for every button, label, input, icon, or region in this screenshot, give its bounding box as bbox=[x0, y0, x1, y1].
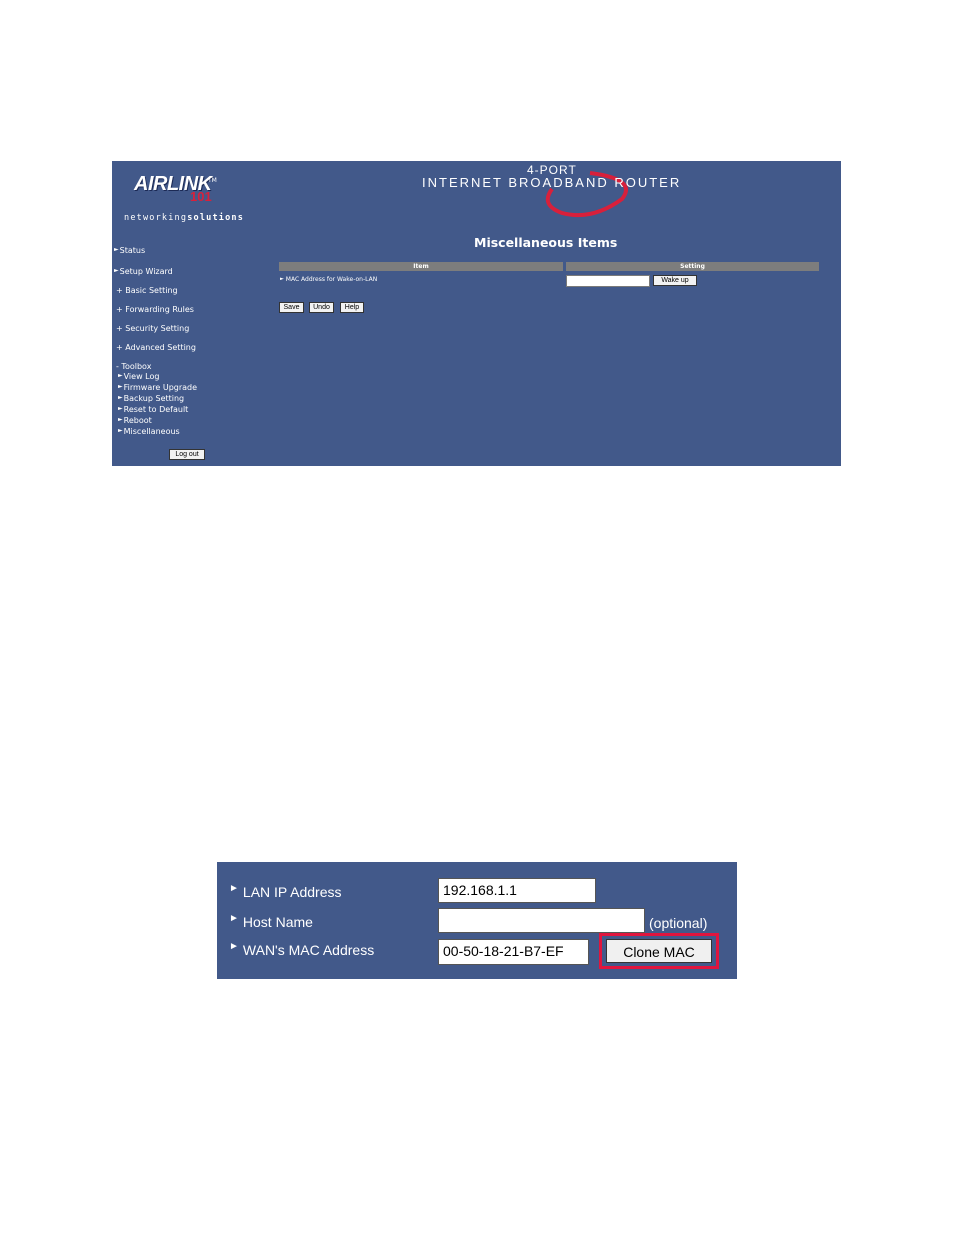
arrow-icon: ► bbox=[229, 883, 239, 894]
toolbox-item-label: Backup Setting bbox=[123, 394, 185, 403]
arrow-icon: ► bbox=[118, 372, 123, 379]
clone-mac-button[interactable]: Clone MAC bbox=[606, 939, 712, 963]
table-header-item: Item bbox=[279, 262, 563, 271]
toolbox-item-label: Reboot bbox=[123, 416, 152, 425]
menu-advanced-setting[interactable]: + Advanced Setting bbox=[116, 343, 196, 352]
menu-setup-wizard-label: Setup Wizard bbox=[119, 267, 173, 276]
undo-button[interactable]: Undo bbox=[309, 302, 334, 313]
help-button[interactable]: Help bbox=[340, 302, 364, 313]
wake-on-lan-label-text: MAC Address for Wake-on-LAN bbox=[285, 276, 378, 283]
arrow-icon: ► bbox=[229, 913, 239, 924]
lan-ip-input[interactable]: 192.168.1.1 bbox=[438, 878, 596, 903]
menu-status[interactable]: ►Status bbox=[114, 246, 145, 255]
logout-button[interactable]: Log out bbox=[169, 449, 205, 460]
arrow-icon: ► bbox=[114, 267, 119, 274]
arrow-icon: ► bbox=[118, 394, 123, 401]
menu-setup-wizard[interactable]: ►Setup Wizard bbox=[114, 267, 173, 276]
menu-security-setting[interactable]: + Security Setting bbox=[116, 324, 189, 333]
product-banner: 4-PORT INTERNET BROADBAND ROUTER bbox=[412, 161, 702, 221]
router-admin-page: AIRLINK TM 101 networkingsolutions 4-POR… bbox=[112, 161, 841, 466]
menu-basic-setting[interactable]: + Basic Setting bbox=[116, 286, 178, 295]
toolbox-item-label: Firmware Upgrade bbox=[123, 383, 198, 392]
logo-tagline: networkingsolutions bbox=[124, 213, 244, 223]
logo-number: 101 bbox=[190, 189, 212, 204]
clone-mac-highlight: Clone MAC bbox=[599, 933, 719, 969]
menu-toolbox[interactable]: - Toolbox bbox=[116, 362, 151, 371]
host-name-input[interactable] bbox=[438, 908, 645, 933]
host-name-label-text: Host Name bbox=[242, 914, 313, 930]
arrow-icon: ► bbox=[118, 383, 123, 390]
toolbox-item-reset-to-default[interactable]: ►Reset to Default bbox=[118, 405, 188, 414]
banner-title: INTERNET BROADBAND ROUTER bbox=[422, 175, 682, 190]
arrow-icon: ► bbox=[118, 416, 123, 423]
arrow-icon: ► bbox=[114, 246, 119, 253]
toolbox-item-backup-setting[interactable]: ►Backup Setting bbox=[118, 394, 184, 403]
menu-forwarding-rules[interactable]: + Forwarding Rules bbox=[116, 305, 194, 314]
wan-settings-panel: ► LAN IP Address 192.168.1.1 ► Host Name (… bbox=[217, 862, 737, 979]
toolbox-item-miscellaneous[interactable]: ►Miscellaneous bbox=[118, 427, 180, 436]
arrow-icon: ► bbox=[118, 427, 123, 434]
toolbox-item-view-log[interactable]: ►View Log bbox=[118, 372, 159, 381]
toolbox-item-label: View Log bbox=[123, 372, 160, 381]
toolbox-item-reboot[interactable]: ►Reboot bbox=[118, 416, 152, 425]
optional-hint: (optional) bbox=[649, 915, 708, 931]
lan-ip-label-text: LAN IP Address bbox=[242, 884, 342, 900]
airlink-logo: AIRLINK TM 101 networkingsolutions bbox=[120, 165, 243, 223]
toolbox-item-label: Reset to Default bbox=[123, 405, 189, 414]
tagline-bold: solutions bbox=[187, 213, 245, 223]
wan-mac-label: ► WAN's MAC Address bbox=[229, 941, 375, 958]
wan-mac-input[interactable]: 00-50-18-21-B7-EF bbox=[438, 939, 589, 965]
tagline-light: networking bbox=[124, 213, 188, 223]
wake-up-button[interactable]: Wake up bbox=[653, 275, 697, 286]
toolbox-item-label: Miscellaneous bbox=[123, 427, 180, 436]
page-title: Miscellaneous Items bbox=[474, 235, 618, 250]
arrow-icon: ► bbox=[118, 405, 123, 412]
wake-on-lan-label: ► MAC Address for Wake-on-LAN bbox=[280, 276, 377, 283]
logo-tm: TM bbox=[208, 177, 217, 184]
toolbox-item-firmware-upgrade[interactable]: ►Firmware Upgrade bbox=[118, 383, 197, 392]
host-name-label: ► Host Name bbox=[229, 913, 313, 930]
wan-mac-label-text: WAN's MAC Address bbox=[242, 942, 375, 958]
wake-mac-input[interactable] bbox=[566, 275, 650, 287]
arrow-icon: ► bbox=[229, 941, 239, 952]
arrow-icon: ► bbox=[280, 276, 284, 282]
table-header-setting: Setting bbox=[566, 262, 819, 271]
save-button[interactable]: Save bbox=[279, 302, 304, 313]
lan-ip-label: ► LAN IP Address bbox=[229, 883, 342, 900]
menu-status-label: Status bbox=[119, 246, 146, 255]
